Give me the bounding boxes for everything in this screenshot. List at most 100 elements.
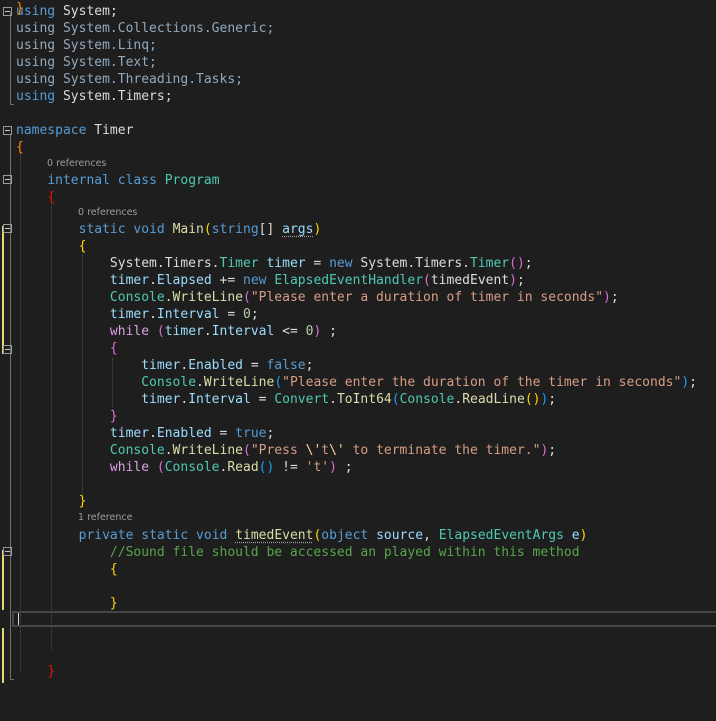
code-token: . [164, 443, 173, 458]
code-token: while [109, 324, 150, 339]
code-line-enabled-true[interactable]: timer.Enabled = true; [16, 425, 274, 442]
code-token: Interval [188, 392, 251, 407]
code-token: { [47, 190, 56, 205]
code-token: timer [109, 273, 150, 288]
code-line-main-decl[interactable]: static void Main(string[] args) [16, 221, 322, 238]
codelens-references[interactable]: 0 references [47, 158, 106, 170]
code-token: ; [321, 324, 337, 339]
code-line-using-system[interactable]: using System; [16, 3, 118, 20]
code-token: object [321, 528, 369, 543]
code-line-main-close[interactable]: } [16, 493, 87, 510]
code-token: ( [391, 392, 400, 407]
code-line-using-text[interactable]: using System.Text; [16, 54, 157, 71]
code-line-using-tasks[interactable]: using System.Threading.Tasks; [16, 71, 243, 88]
code-token: static [141, 528, 189, 543]
code-line-timed-event-decl[interactable]: private static void timedEvent(object so… [16, 527, 588, 544]
code-token: = [219, 307, 243, 322]
code-line-main-open[interactable]: { [16, 238, 87, 255]
codelens-references[interactable]: 1 reference [78, 512, 132, 524]
code-line-timed-event-close[interactable]: } [16, 595, 118, 612]
code-token: timer [141, 392, 181, 407]
code-token: t [321, 443, 330, 458]
code-line-class-close[interactable]: } [16, 663, 55, 680]
code-line-while-interval[interactable]: while (timer.Interval <= 0) ; [16, 323, 337, 340]
codelens-references[interactable]: 0 references [78, 207, 137, 219]
code-token: } [47, 664, 56, 679]
code-line-using-collections[interactable]: using System.Collections.Generic; [16, 20, 274, 37]
code-line-prompt-1[interactable]: Console.WriteLine("Please enter a durati… [16, 289, 619, 306]
code-token: ReadLine [462, 392, 525, 407]
code-token: \' [329, 443, 345, 458]
collapse-toggle-icon[interactable] [3, 175, 12, 184]
code-token: ; [305, 358, 314, 373]
outline-line [10, 135, 11, 680]
code-line-class-decl[interactable]: internal class Program [16, 172, 219, 189]
code-line-enabled-false[interactable]: timer.Enabled = false; [16, 357, 313, 374]
code-line-using-timers[interactable]: using System.Timers; [16, 88, 173, 105]
outline-line [10, 12, 11, 105]
code-line-while-open[interactable]: { [16, 340, 118, 357]
code-token: ; [689, 375, 697, 390]
collapse-toggle-icon[interactable] [3, 7, 12, 16]
code-line-comment[interactable]: //Sound file should be accessed an playe… [16, 544, 580, 561]
code-line-prompt-3[interactable]: Console.WriteLine("Press \'t\' to termin… [16, 442, 556, 459]
code-token: timedEvent [235, 528, 314, 543]
code-token: private [78, 528, 134, 543]
code-line-interval-read[interactable]: timer.Interval = Convert.ToInt64(Console… [16, 391, 556, 408]
code-token: ( [274, 375, 283, 390]
code-line-ns-open[interactable]: { [16, 139, 24, 156]
code-token: = [305, 256, 330, 271]
code-token: ; [516, 273, 525, 288]
text-cursor [18, 613, 19, 625]
collapse-toggle-icon[interactable] [3, 126, 12, 135]
code-token: () [524, 392, 541, 407]
code-line-elapsed-handler[interactable]: timer.Elapsed += new ElapsedEventHandler… [16, 272, 525, 289]
code-line-namespace-decl[interactable]: namespace Timer [16, 122, 133, 139]
code-editor[interactable]: 0 references 0 references 1 reference us… [0, 0, 716, 721]
code-line-new-timer[interactable]: System.Timers.Timer timer = new System.T… [16, 255, 533, 272]
code-token: . [164, 290, 173, 305]
code-token: class [117, 173, 157, 188]
code-token: "Please enter the duration of the timer … [282, 375, 682, 390]
code-line-class-open[interactable]: { [16, 189, 55, 206]
code-line-interval-zero[interactable]: timer.Interval = 0; [16, 306, 259, 323]
code-token: . [203, 324, 212, 339]
code-token: Console [141, 375, 197, 390]
code-token: != [274, 460, 306, 475]
collapse-toggle-icon[interactable] [3, 224, 12, 233]
code-token: <= [274, 324, 306, 339]
code-line-ns-close[interactable]: } [16, 0, 24, 17]
code-token: new [329, 256, 353, 271]
code-token: source [376, 528, 424, 543]
code-line-using-linq[interactable]: using System.Linq; [16, 37, 157, 54]
code-token: += [211, 273, 243, 288]
code-token: System.Timers; [55, 89, 173, 104]
collapse-toggle-icon[interactable] [3, 547, 12, 556]
code-token: ; [250, 307, 259, 322]
code-token: System.Threading.Tasks; [55, 72, 243, 87]
collapse-toggle-icon[interactable] [3, 345, 12, 354]
code-token: } [78, 494, 87, 509]
code-token: , [423, 528, 439, 543]
code-line-timed-event-open[interactable]: { [16, 561, 118, 578]
code-token: using [16, 55, 56, 70]
code-token: timedEvent [430, 273, 510, 288]
change-marker [2, 550, 4, 610]
code-token: Enabled [188, 358, 243, 373]
code-line-while-close[interactable]: } [16, 408, 118, 425]
code-line-prompt-2[interactable]: Console.WriteLine("Please enter the dura… [16, 374, 697, 391]
code-token: Enabled [156, 426, 212, 441]
code-line-while-read[interactable]: while (Console.Read() != 't') ; [16, 459, 353, 476]
code-token: internal [47, 173, 110, 188]
